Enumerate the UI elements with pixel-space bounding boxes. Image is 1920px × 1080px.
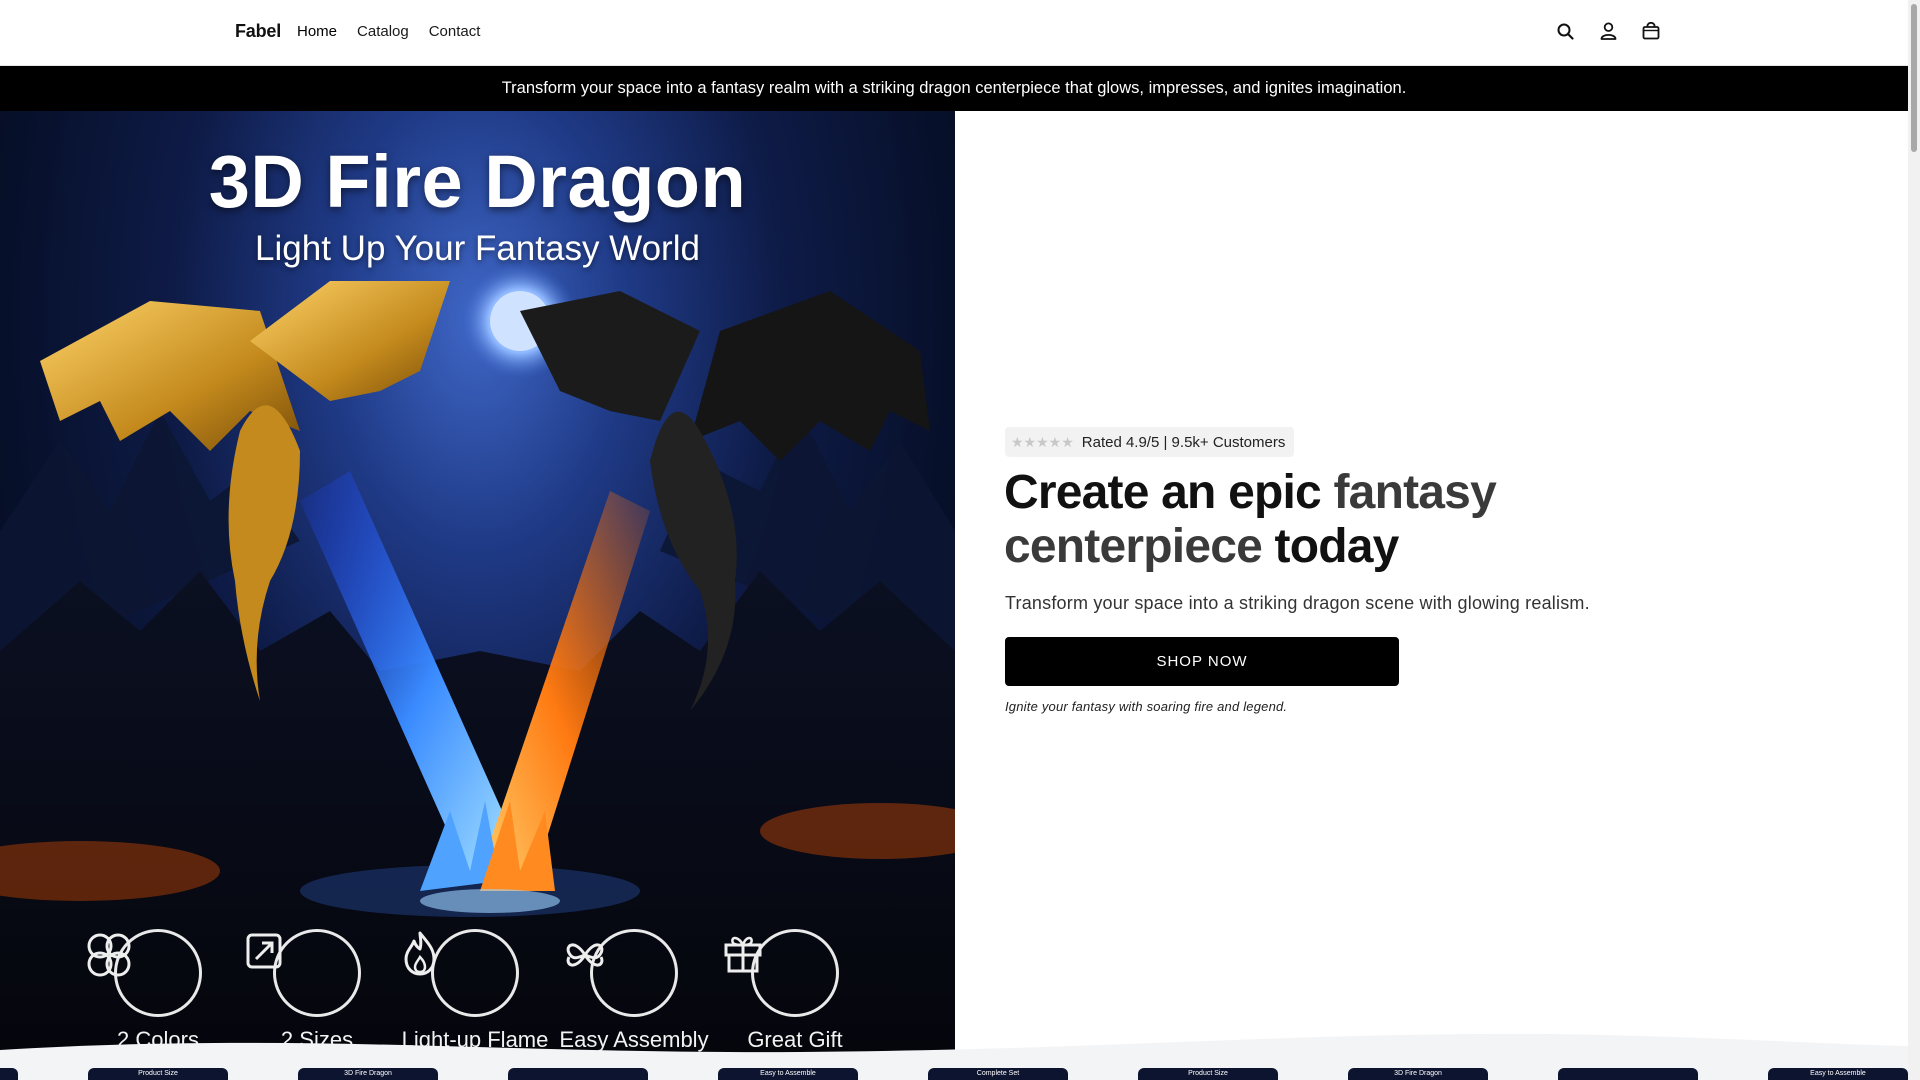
shop-now-button[interactable]: SHOP NOW — [1005, 637, 1399, 686]
headline-part1: Create an epic — [1004, 466, 1334, 519]
scrollbar-thumb[interactable] — [1911, 4, 1917, 152]
thumbnail-item[interactable] — [1558, 1068, 1698, 1080]
star-rating-icon: ★★★★★ — [1011, 433, 1074, 450]
nav-contact[interactable]: Contact — [429, 23, 481, 40]
hero-headline: Create an epic fantasy centerpiece today — [1004, 466, 1624, 574]
hero-product-image: 3D Fire Dragon Light Up Your Fantasy Wor… — [0, 111, 955, 1055]
rating-text: Rated 4.9/5 | 9.5k+ Customers — [1081, 433, 1286, 451]
nav-catalog[interactable]: Catalog — [357, 23, 409, 40]
assembly-icon — [566, 929, 678, 1017]
thumbnail-item[interactable] — [508, 1068, 648, 1080]
thumbnail-item[interactable]: Product Size — [1138, 1068, 1278, 1080]
nav-home[interactable]: Home — [297, 23, 337, 40]
thumbnail-strip: Product Size 3D Fire Dragon Easy to Asse… — [0, 1068, 1908, 1080]
thumbnail-item[interactable]: Easy to Assemble — [718, 1068, 858, 1080]
image-title: 3D Fire Dragon — [208, 140, 747, 223]
site-header: Fabel Home Catalog Contact — [0, 0, 1908, 66]
resize-icon — [246, 929, 361, 1017]
hero-subtitle: Transform your space into a striking dra… — [1005, 593, 1590, 613]
announcement-text: Transform your space into a fantasy real… — [501, 79, 1407, 97]
header-actions — [1554, 20, 1662, 42]
thumbnail-item[interactable]: Complete Set — [928, 1068, 1068, 1080]
thumbnail-item[interactable]: 3D Fire Dragon — [1348, 1068, 1488, 1080]
gift-icon — [724, 929, 839, 1017]
rating-badge: ★★★★★ Rated 4.9/5 | 9.5k+ Customers — [1005, 427, 1295, 457]
announcement-bar: Transform your space into a fantasy real… — [0, 66, 1908, 111]
hero-tagline: Ignite your fantasy with soaring fire an… — [1005, 699, 1288, 714]
cart-icon[interactable] — [1640, 20, 1662, 42]
account-icon[interactable] — [1597, 20, 1619, 42]
colors-icon — [87, 929, 202, 1017]
image-subtitle: Light Up Your Fantasy World — [255, 229, 700, 268]
flame-icon — [404, 929, 519, 1017]
search-icon[interactable] — [1554, 20, 1576, 42]
brand-logo[interactable]: Fabel — [235, 21, 281, 42]
page-scrollbar[interactable] — [1908, 0, 1920, 1080]
main-nav: Home Catalog Contact — [297, 23, 480, 40]
thumbnail-item[interactable]: Easy to Assemble — [1768, 1068, 1908, 1080]
thumbnail-item[interactable]: 3D Fire Dragon — [298, 1068, 438, 1080]
thumbnail-item[interactable]: Product Size — [88, 1068, 228, 1080]
thumbnail-item[interactable] — [0, 1068, 18, 1080]
headline-part2: today — [1262, 520, 1400, 573]
